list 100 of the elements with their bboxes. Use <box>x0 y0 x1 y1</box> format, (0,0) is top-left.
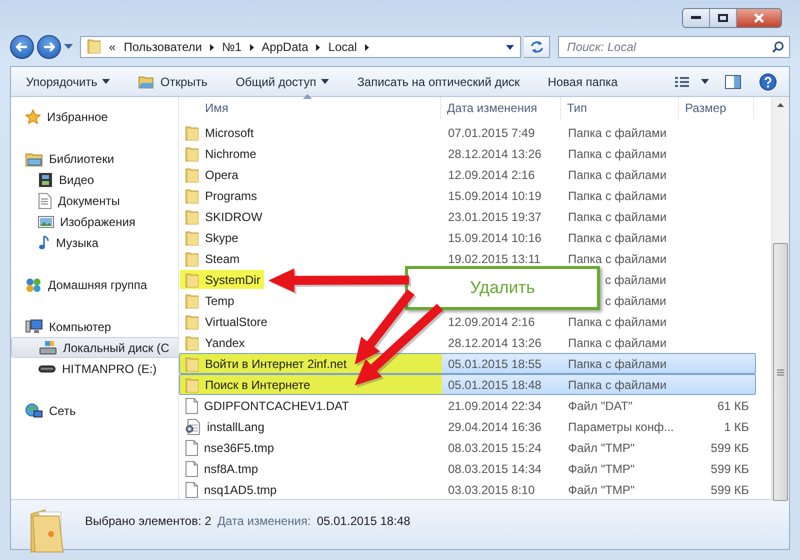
breadcrumb[interactable]: AppData <box>262 40 308 54</box>
search-icon[interactable] <box>772 41 784 53</box>
file-icon <box>185 460 198 476</box>
sidebar-item[interactable]: Локальный диск (C <box>11 337 178 358</box>
sidebar-item[interactable]: Избранное <box>11 106 178 127</box>
file-name: installLang <box>207 420 264 434</box>
toolbar-button[interactable]: Записать на оптический диск <box>350 72 527 92</box>
type-cell-text: Папка с файлами <box>567 168 668 182</box>
forward-button[interactable] <box>37 35 61 59</box>
refresh-button[interactable] <box>524 36 550 58</box>
file-name: nse36F5.tmp <box>204 440 274 454</box>
type-cell-text: Параметры конф... <box>567 420 675 434</box>
breadcrumb[interactable]: №1 <box>222 40 242 54</box>
file-name: Войти в Интернет 2inf.net <box>205 356 347 370</box>
folder-icon <box>185 376 199 392</box>
minimize-icon <box>691 16 701 20</box>
sidebar-item[interactable]: Библиотеки <box>11 148 178 169</box>
folder-icon <box>185 146 199 162</box>
folder-icon <box>185 124 199 140</box>
sidebar-item[interactable]: Видео <box>11 169 178 190</box>
file-name: Nichrome <box>205 146 256 160</box>
chevron-icon[interactable] <box>364 44 369 50</box>
column-header[interactable]: Размер <box>679 97 754 119</box>
picture-icon <box>38 214 54 228</box>
file-name: Opera <box>205 168 238 182</box>
open-folder-icon <box>138 74 156 88</box>
date-cell-text: 19.02.2015 13:11 <box>447 252 542 266</box>
date-cell-text: 28.12.2014 13:26 <box>447 336 542 350</box>
file-name: Поиск в Интернете <box>205 378 310 392</box>
date-cell-text: 03.03.2015 8:10 <box>447 482 536 496</box>
type-cell-text: Папка с файлами <box>567 336 668 350</box>
file-name: nsf8A.tmp <box>204 462 258 476</box>
preview-pane-button[interactable] <box>725 74 741 88</box>
date-cell-text: 05.01.2015 18:48 <box>447 378 542 392</box>
column-header[interactable]: Тип <box>561 97 679 119</box>
refresh-icon <box>528 40 544 54</box>
maximize-button[interactable] <box>709 9 736 27</box>
type-cell-text: Файл "TMP" <box>567 482 636 496</box>
view-options-button[interactable] <box>675 76 709 88</box>
music-note-icon <box>38 234 50 250</box>
sidebar-item[interactable]: Домашняя группа <box>11 274 178 295</box>
chevron-icon[interactable] <box>250 44 254 50</box>
size-cell-text: 599 КБ <box>710 440 750 454</box>
callout-box: Удалить <box>405 266 600 310</box>
sidebar-item[interactable]: HITMANPRO (E:) <box>11 358 178 379</box>
date-value: 05.01.2015 18:48 <box>316 514 410 528</box>
file-name: Yandex <box>205 336 245 350</box>
toolbar-button[interactable]: Открыть <box>131 72 215 92</box>
caret-icon <box>321 79 330 84</box>
sidebar-item[interactable]: Документы <box>11 190 178 211</box>
selected-row[interactable]: Поиск в Интернете 05.01.2015 18:48 Папка с файлами <box>179 374 756 395</box>
column-header[interactable]: Дата изменения <box>441 97 561 119</box>
toolbar-button[interactable]: Новая папка <box>540 72 625 92</box>
date-cell-text: 12.09.2014 2:16 <box>447 168 536 182</box>
size-cell-text: 599 КБ <box>710 482 750 496</box>
selection-count: Выбрано элементов: 2 <box>85 514 212 528</box>
folder-icon <box>185 166 199 182</box>
sidebar-item[interactable]: Изображения <box>11 211 178 232</box>
selected-row[interactable]: Войти в Интернет 2inf.net 05.01.2015 18:55 Папка с файлами <box>179 353 756 374</box>
type-cell-text: Папка с файлами <box>567 378 668 392</box>
sidebar-item[interactable]: Музыка <box>11 232 178 253</box>
sidebar-item[interactable]: Сеть <box>11 400 178 421</box>
date-cell-text: 08.03.2015 14:34 <box>447 462 542 476</box>
folder-icon <box>185 314 199 330</box>
column-header[interactable]: Имя <box>179 97 441 119</box>
file-icon <box>185 398 198 414</box>
settings-file-icon <box>185 418 201 434</box>
date-cell-text: 08.03.2015 15:24 <box>447 440 542 454</box>
toolbar-button[interactable]: Общий доступ <box>228 72 336 92</box>
toolbar-button[interactable]: Упорядочить <box>26 72 118 92</box>
scroll-thumb[interactable] <box>773 243 788 501</box>
search-field[interactable]: Поиск: Local <box>558 36 790 58</box>
breadcrumb[interactable]: Local <box>328 40 357 54</box>
file-name: Microsoft <box>205 126 254 140</box>
type-cell-text: Папка с файлами <box>567 126 668 140</box>
caret-icon <box>102 79 110 84</box>
sidebar-item[interactable]: Компьютер <box>11 316 178 337</box>
history-dropdown[interactable] <box>64 44 73 50</box>
caret-icon <box>701 79 709 84</box>
date-cell-text: 23.01.2015 19:37 <box>447 210 542 224</box>
minimize-button[interactable] <box>683 9 709 27</box>
caret-icon[interactable] <box>506 44 514 50</box>
breadcrumb[interactable]: Пользователи <box>124 40 202 54</box>
scrollbar[interactable] <box>771 97 789 499</box>
scroll-up-icon[interactable] <box>777 103 784 107</box>
help-icon[interactable] <box>759 72 777 90</box>
back-button[interactable] <box>10 35 34 59</box>
file-name: Skype <box>205 230 238 244</box>
back-arrow-icon <box>16 42 28 52</box>
address-overflow[interactable]: « <box>109 40 116 54</box>
date-cell-text: 05.01.2015 18:55 <box>447 356 542 370</box>
type-cell-text: Файл "TMP" <box>567 462 636 476</box>
folder-icon <box>185 334 199 350</box>
file-name: Temp <box>205 294 234 308</box>
chevron-icon[interactable] <box>316 44 320 50</box>
folder-icon <box>185 356 199 372</box>
close-button[interactable] <box>736 9 781 27</box>
date-cell-text: 21.09.2014 22:34 <box>447 398 542 412</box>
address-bar[interactable]: « Пользователи №1 AppData Local <box>80 36 521 58</box>
chevron-icon[interactable] <box>210 44 214 50</box>
